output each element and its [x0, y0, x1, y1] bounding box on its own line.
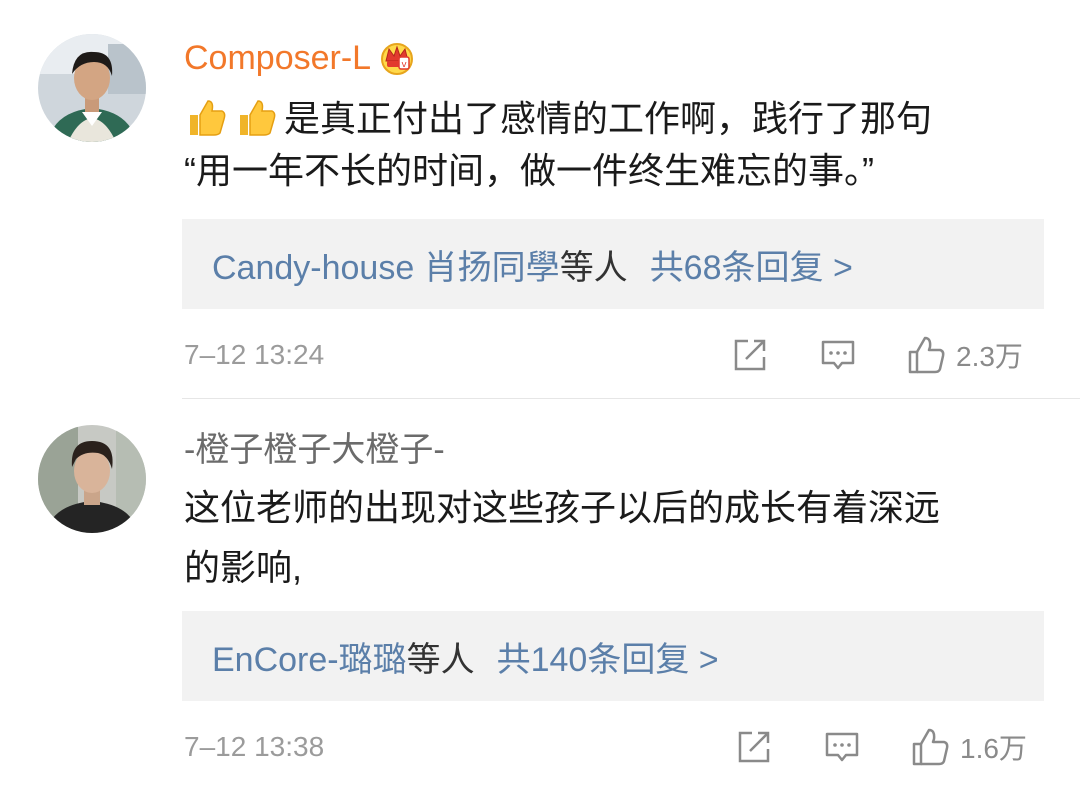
reply-suffix: 等人 [406, 640, 475, 679]
like-count: 2.3万 [956, 341, 1023, 372]
reply-count-link[interactable]: 共140条回复 > [497, 632, 719, 681]
comment-item: Composer-L v 是真正付出了感情的工作啊，践行了那句 “用一年不长的时… [0, 0, 1080, 398]
like-count: 1.6万 [960, 733, 1027, 764]
like-button[interactable]: 2.3万 [906, 333, 1023, 377]
comment-icon [825, 732, 859, 762]
comment-footer: 7–12 13:38 1.6万 [184, 725, 1044, 769]
timestamp: 7–12 13:24 [184, 339, 325, 370]
comment-text-line: “用一年不长的时间，做一件终生难忘的事。” [184, 150, 874, 191]
comment-item: -橙子橙子大橙子- 这位老师的出现对这些孩子以后的成长有着深远 的影响, EnC… [0, 399, 1080, 785]
thumbs-up-emoji [234, 95, 278, 139]
timestamp: 7–12 13:38 [184, 731, 325, 762]
comment-text-line: 的影响, [184, 547, 303, 588]
username-text[interactable]: Composer-L [184, 39, 371, 77]
replies-summary[interactable]: Candy-house 肖扬同學 等人 共68条回复 > [182, 219, 1044, 309]
comment-text-part: 是真正付出了感情的工作啊，践行了那句 [284, 98, 933, 139]
share-icon [738, 731, 770, 763]
thumbs-up-icon [912, 728, 949, 766]
comment-text-line: 这位老师的出现对这些孩子以后的成长有着深远 [184, 487, 941, 528]
avatar[interactable] [38, 34, 146, 142]
reply-count-link[interactable]: 共68条回复 > [650, 240, 853, 289]
username[interactable]: -橙子橙子大橙子- [184, 430, 445, 470]
svg-text:v: v [401, 60, 407, 70]
like-button[interactable]: 1.6万 [910, 725, 1027, 769]
comment-button[interactable] [824, 725, 860, 769]
thumbs-up-emoji [184, 95, 228, 139]
avatar[interactable] [38, 425, 146, 533]
reply-users[interactable]: Candy-house 肖扬同學 [212, 240, 560, 289]
reply-users[interactable]: EnCore-璐璐 [212, 632, 407, 681]
comment-button[interactable] [820, 333, 856, 377]
comment-footer: 7–12 13:24 2.3万 [184, 333, 1044, 377]
replies-summary[interactable]: EnCore-璐璐 等人 共140条回复 > [182, 611, 1044, 701]
username[interactable]: Composer-L v [184, 38, 415, 78]
share-button[interactable] [732, 333, 768, 377]
crown-badge-icon: v [379, 39, 415, 75]
comment-text: 这位老师的出现对这些孩子以后的成长有着深远 的影响, [184, 484, 1044, 592]
username-text[interactable]: -橙子橙子大橙子- [184, 431, 445, 469]
share-icon [734, 339, 766, 371]
share-button[interactable] [736, 725, 772, 769]
comment-icon [821, 340, 855, 370]
reply-suffix: 等人 [559, 248, 628, 287]
thumbs-up-icon [908, 336, 945, 374]
comment-text: 是真正付出了感情的工作啊，践行了那句 “用一年不长的时间，做一件终生难忘的事。” [184, 95, 1044, 195]
comment-text-line: 是真正付出了感情的工作啊，践行了那句 [184, 95, 1044, 143]
